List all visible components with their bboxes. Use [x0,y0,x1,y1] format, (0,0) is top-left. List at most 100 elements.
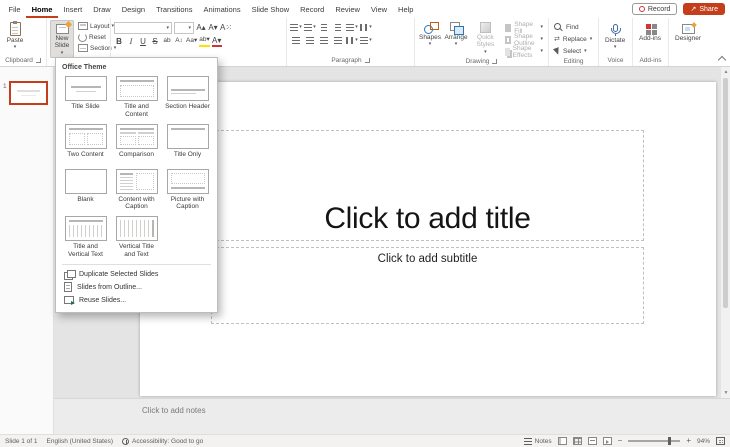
underline-button[interactable]: U [138,36,148,47]
align-right-button[interactable] [318,35,330,46]
clipboard-dialog-launcher[interactable] [36,58,41,63]
shape-effects-button[interactable]: Shape Effects ▾ [503,46,545,57]
font-name-select[interactable]: ▾ [114,22,172,34]
layout-option-comparison[interactable]: Comparison [113,123,160,165]
arrange-button[interactable]: Arrange ▾ [444,20,468,49]
bullets-button[interactable]: ▾ [290,22,302,33]
layout-option-picture-with-caption[interactable]: Picture with Caption [164,168,211,213]
bold-button[interactable]: B [114,36,124,47]
arrange-label: Arrange [444,34,467,41]
layout-option-title-only[interactable]: Title Only [164,123,211,165]
subtitle-placeholder[interactable]: Click to add subtitle [211,247,644,324]
slide-thumbnail-1[interactable] [9,81,48,105]
scroll-down-icon[interactable]: ▼ [721,388,730,398]
layout-option-vertical-title-and-text[interactable]: Vertical Title and Text [113,215,160,260]
menu-tab-design[interactable]: Design [116,0,150,18]
layout-menu-title: Office Theme [62,64,211,71]
character-spacing-button[interactable]: A↕ [174,36,184,47]
record-button[interactable]: Record [632,3,678,15]
zoom-level[interactable]: 94% [697,438,710,445]
slide-show-button[interactable] [603,437,612,445]
quick-styles-button[interactable]: Quick Styles ▾ [470,20,501,57]
editing-group-label: Editing [564,58,584,65]
shrink-font-button[interactable]: A▾ [208,23,218,34]
reuse-slides-item[interactable]: Reuse Slides... [62,294,211,307]
section-icon [78,44,88,52]
menu-tab-transitions[interactable]: Transitions [151,0,198,18]
menu-tab-animations[interactable]: Animations [198,0,246,18]
layout-option-title-and-content[interactable]: Title and Content [113,75,160,120]
shape-outline-button[interactable]: Shape Outline ▾ [503,34,545,45]
convert-smartart-button[interactable]: ▾ [360,35,372,46]
drawing-dialog-launcher[interactable] [492,59,497,64]
decrease-indent-button[interactable] [318,22,330,33]
menu-tab-draw[interactable]: Draw [88,0,117,18]
title-placeholder[interactable]: Click to add title [211,130,644,241]
menu-tab-record[interactable]: Record [295,0,330,18]
language-indicator[interactable]: English (United States) [47,438,113,445]
align-left-button[interactable] [290,35,302,46]
dictate-button[interactable]: Dictate ▾ [602,20,628,52]
menu-tab-slide-show[interactable]: Slide Show [246,0,295,18]
find-button[interactable]: Find [552,22,594,33]
zoom-in-button[interactable]: + [686,437,691,445]
italic-button[interactable]: I [126,36,136,47]
slides-from-outline-item[interactable]: Slides from Outline... [62,281,211,294]
line-spacing-button[interactable]: ▾ [346,22,358,33]
accessibility-status[interactable]: Accessibility: Good to go [122,438,203,445]
slide-canvas[interactable]: Click to add title Click to add subtitle [140,82,716,396]
zoom-out-button[interactable]: − [618,437,623,445]
font-size-select[interactable]: ▾ [174,22,194,34]
menu-tab-file[interactable]: File [3,0,26,18]
select-button[interactable]: Select ▾ [552,46,594,57]
zoom-slider-thumb[interactable] [668,437,671,445]
menu-tab-help[interactable]: Help [393,0,419,18]
share-button[interactable]: ↗ Share [683,3,725,15]
menu-tab-insert[interactable]: Insert [58,0,88,18]
replace-button[interactable]: ⇄ Replace ▾ [552,34,594,45]
reading-view-button[interactable] [588,437,597,445]
scroll-up-icon[interactable]: ▲ [721,67,730,77]
increase-indent-button[interactable] [332,22,344,33]
menu-tab-view[interactable]: View [365,0,392,18]
layout-option-two-content[interactable]: Two Content [62,123,109,165]
align-center-button[interactable] [304,35,316,46]
font-color-button[interactable]: A▾ [212,36,222,47]
layout-option-blank[interactable]: Blank [62,168,109,213]
addins-button[interactable]: Add-ins [636,20,664,44]
layout-option-title-and-vertical-text[interactable]: Title and Vertical Text [62,215,109,260]
strikethrough-button[interactable]: S [150,36,160,47]
new-slide-button[interactable]: New Slide ▾ [50,20,74,58]
collapse-ribbon-button[interactable] [718,56,726,64]
layout-option-section-header[interactable]: Section Header [164,75,211,120]
shape-fill-button[interactable]: Shape Fill ▾ [503,22,545,33]
normal-view-button[interactable] [558,437,567,445]
text-shadow-button[interactable]: ab [162,36,172,47]
layout-thumbnail [116,124,158,149]
title-placeholder-text: Click to add title [324,204,530,240]
scrollbar-thumb[interactable] [723,78,728,308]
numbering-button[interactable]: ▾ [304,22,316,33]
menu-tab-review[interactable]: Review [330,0,366,18]
zoom-slider[interactable] [628,440,680,442]
notes-pane[interactable]: Click to add notes [54,398,730,434]
duplicate-selected-slides-item[interactable]: Duplicate Selected Slides [62,268,211,281]
paragraph-dialog-launcher[interactable] [365,58,370,63]
paste-button[interactable]: Paste ▾ [3,20,27,52]
notes-toggle-button[interactable]: Notes [524,438,552,445]
slide-sorter-view-button[interactable] [573,437,582,445]
change-case-button[interactable]: Aa▾ [186,36,197,47]
grow-font-button[interactable]: A▴ [196,23,206,34]
text-highlight-button[interactable]: ab▾ [199,36,210,47]
clear-formatting-button[interactable]: A⁙ [220,23,232,34]
fit-to-window-button[interactable] [716,437,725,445]
columns-button[interactable]: ▾ [346,35,358,46]
justify-button[interactable] [332,35,344,46]
menu-tab-home[interactable]: Home [26,0,58,18]
layout-option-content-with-caption[interactable]: Content with Caption [113,168,160,213]
vertical-scrollbar[interactable]: ▲ ▼ [720,67,730,398]
text-direction-button[interactable]: ▾ [360,22,372,33]
designer-button[interactable]: Designer [672,20,704,44]
layout-option-title-slide[interactable]: Title Slide [62,75,109,120]
shapes-button[interactable]: Shapes ▾ [418,20,442,49]
